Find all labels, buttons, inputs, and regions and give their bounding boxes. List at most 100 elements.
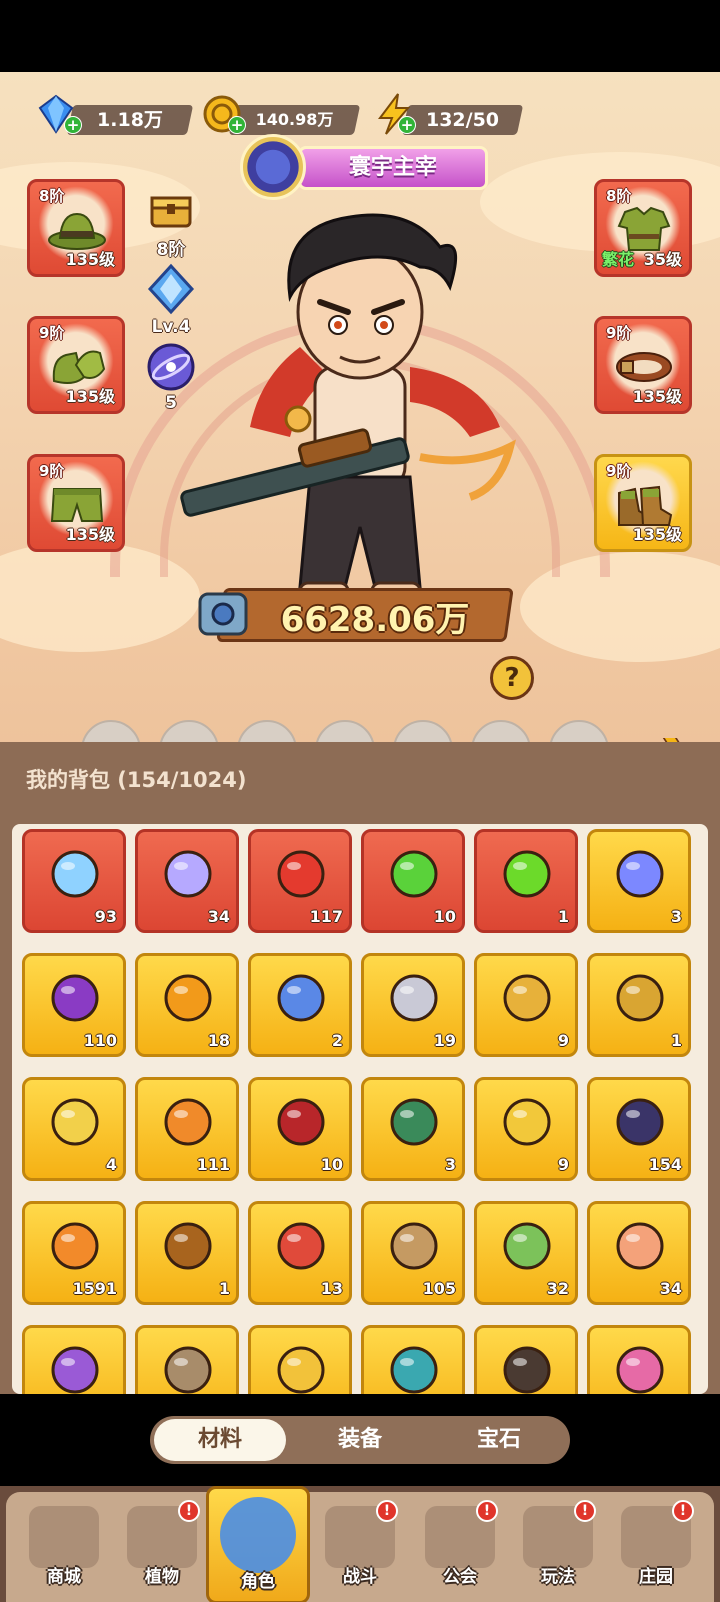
bag-item[interactable]: 1	[587, 953, 691, 1057]
slot-tier: 9阶	[39, 462, 65, 480]
bag-item[interactable]: 19	[361, 953, 465, 1057]
item-count: 19	[433, 1031, 456, 1050]
item-count: 34	[207, 907, 230, 926]
hero-character[interactable]	[180, 207, 540, 647]
fire-prism-icon	[164, 1098, 212, 1146]
green-capsule-icon	[503, 850, 551, 898]
equip-slot-boots[interactable]: 9阶 135级	[594, 454, 692, 552]
nav-character[interactable]: 角色	[206, 1486, 310, 1602]
bag-item[interactable]: 1	[135, 1201, 239, 1305]
bag-item[interactable]: 4	[22, 1077, 126, 1181]
nav-plants[interactable]: 植物 !	[116, 1500, 208, 1602]
item-count: 1	[670, 1031, 682, 1050]
item-count: 32	[546, 1279, 569, 1298]
title-badge-icon	[240, 134, 306, 200]
bag-item[interactable]	[474, 1325, 578, 1394]
equip-slot-pants[interactable]: 9阶 135级	[27, 454, 125, 552]
bag-item[interactable]: 93	[22, 829, 126, 933]
bag-item[interactable]: 32	[474, 1201, 578, 1305]
bag-grid[interactable]: 93 34 117 10 1 3 110 18 2 19 9 1 4 111 10 3 9 154 1591 1 13 1…	[12, 824, 708, 1394]
segment-gems[interactable]: 宝石	[432, 1416, 566, 1464]
bag-item[interactable]: 10	[361, 829, 465, 933]
gold-cube-icon	[51, 1098, 99, 1146]
dark-tablet-icon	[503, 1346, 551, 1394]
green-gem-cube-icon	[390, 1098, 438, 1146]
character-panel: 1.18万 + 140.98万 + 132/50 + 寰宇主宰 8阶 135级 …	[0, 72, 720, 742]
bag-item[interactable]: 1	[474, 829, 578, 933]
bag-item[interactable]: 111	[135, 1077, 239, 1181]
equip-slot-belt[interactable]: 9阶 135级	[594, 316, 692, 414]
item-count: 1	[557, 907, 569, 926]
bag-item[interactable]: 10	[248, 1077, 352, 1181]
bag-item[interactable]: 9	[474, 953, 578, 1057]
add-energy-button[interactable]: +	[398, 116, 416, 134]
bag-item[interactable]	[135, 1325, 239, 1394]
segment-equipment[interactable]: 装备	[293, 1416, 427, 1464]
golden-ore-icon	[164, 1222, 212, 1270]
orange-potion-icon	[51, 1222, 99, 1270]
tab-refine[interactable]: 炼体	[466, 720, 536, 742]
segment-materials[interactable]: 材料	[154, 1419, 286, 1461]
slot-level: 135级	[632, 525, 682, 544]
add-diamond-button[interactable]: +	[64, 116, 82, 134]
help-button[interactable]: ?	[490, 656, 534, 700]
tab-pet[interactable]: 宠物	[232, 720, 302, 742]
tab-equipment[interactable]: 装备	[388, 720, 458, 742]
item-count: 13	[320, 1279, 343, 1298]
bag-item[interactable]	[587, 1325, 691, 1394]
fashion-icon	[159, 720, 219, 742]
bag-item[interactable]: 13	[248, 1201, 352, 1305]
bag-item[interactable]: 154	[587, 1077, 691, 1181]
bag-item[interactable]	[361, 1325, 465, 1394]
gold-counter[interactable]: 140.98万	[228, 105, 361, 135]
nav-battle[interactable]: 战斗 !	[314, 1500, 406, 1602]
red-book-icon	[277, 1098, 325, 1146]
tab-fashion[interactable]: 时装	[154, 720, 224, 742]
nav-guild[interactable]: 公会 !	[414, 1500, 506, 1602]
slot-tier: 8阶	[39, 187, 65, 205]
nav-gameplay[interactable]: 玩法 !	[512, 1500, 604, 1602]
bag-item[interactable]	[22, 1325, 126, 1394]
bag-item[interactable]: 3	[361, 1077, 465, 1181]
equipment-icon	[393, 720, 453, 742]
bag-item[interactable]: 34	[135, 829, 239, 933]
alert-badge: !	[376, 1500, 398, 1522]
diamond-counter[interactable]: 1.18万	[66, 105, 194, 135]
bag-item[interactable]: 105	[361, 1201, 465, 1305]
item-count: 117	[309, 907, 343, 926]
bag-item[interactable]	[248, 1325, 352, 1394]
add-gold-button[interactable]: +	[228, 116, 246, 134]
pink-mask-icon	[616, 1346, 664, 1394]
bag-item[interactable]: 110	[22, 953, 126, 1057]
tab-weapon[interactable]: 武器	[76, 720, 146, 742]
item-count: 9	[557, 1031, 569, 1050]
energy-counter[interactable]: 132/50	[401, 105, 524, 135]
nav-shop[interactable]: 商城	[18, 1506, 110, 1602]
crystal-star-icon	[51, 850, 99, 898]
nav-manor[interactable]: 庄园 !	[610, 1500, 702, 1602]
refine-icon	[471, 720, 531, 742]
chevron-right-icon[interactable]: ❯	[652, 732, 702, 742]
item-count: 154	[648, 1155, 682, 1174]
shop-icon	[29, 1506, 99, 1568]
bag-item[interactable]: 34	[587, 1201, 691, 1305]
equip-slot-gloves[interactable]: 9阶 135级	[27, 316, 125, 414]
character-avatar-icon	[220, 1497, 296, 1573]
feature-tabs: 武器 时装 宠物 装饰 装备 炼体 符文	[0, 720, 720, 742]
bag-item[interactable]: 9	[474, 1077, 578, 1181]
bag-item[interactable]: 1591	[22, 1201, 126, 1305]
skull-scroll-icon	[51, 974, 99, 1022]
bag-item[interactable]: 18	[135, 953, 239, 1057]
item-count: 9	[557, 1155, 569, 1174]
equip-slot-hat[interactable]: 8阶 135级	[27, 179, 125, 277]
spray-tank-icon	[503, 1222, 551, 1270]
title-banner[interactable]: 寰宇主宰	[298, 146, 488, 190]
tab-decoration[interactable]: 装饰	[310, 720, 380, 742]
slot-level: 35级	[643, 250, 682, 269]
equip-slot-armor[interactable]: 8阶 繁花 35级	[594, 179, 692, 277]
dice-icon	[277, 974, 325, 1022]
tab-rune[interactable]: 符文	[544, 720, 614, 742]
bag-item[interactable]: 3	[587, 829, 691, 933]
bag-item[interactable]: 2	[248, 953, 352, 1057]
bag-item[interactable]: 117	[248, 829, 352, 933]
